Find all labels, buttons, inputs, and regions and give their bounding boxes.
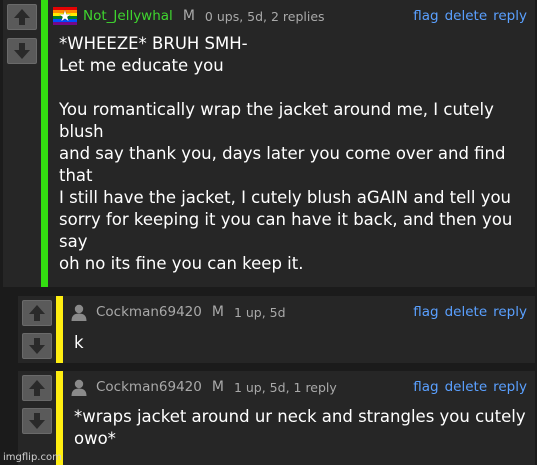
mod-badge: M	[211, 379, 224, 395]
arrow-down-icon	[29, 413, 45, 429]
comment-meta: 0 ups, 5d, 2 replies	[204, 8, 325, 24]
comment-text: k	[74, 333, 84, 352]
comment-username[interactable]: Cockman69420	[96, 379, 202, 395]
imgflip-watermark: imgflip.com	[3, 452, 62, 463]
arrow-up-icon	[29, 380, 45, 396]
comment-actions: flag delete reply	[413, 379, 527, 395]
upvote-button[interactable]	[22, 300, 52, 326]
comment-meta: 1 up, 5d, 1 reply	[233, 379, 337, 395]
comment: Cockman69420 M 1 up, 5d flag delete repl…	[18, 296, 535, 363]
star-icon: ★	[58, 7, 72, 25]
pride-flag-star-avatar[interactable]: ★	[53, 7, 77, 25]
downvote-button[interactable]	[22, 333, 52, 359]
downvote-button[interactable]	[7, 38, 37, 64]
reply-link[interactable]: reply	[493, 379, 527, 395]
arrow-down-icon	[14, 43, 30, 59]
flag-link[interactable]: flag	[413, 8, 438, 24]
arrow-down-icon	[29, 338, 45, 354]
comment-header: Cockman69420 M 1 up, 5d flag delete repl…	[68, 303, 527, 321]
flag-link[interactable]: flag	[413, 379, 438, 395]
comment: Cockman69420 M 1 up, 5d, 1 reply flag de…	[18, 371, 535, 465]
delete-link[interactable]: delete	[445, 304, 488, 320]
flag-link[interactable]: flag	[413, 304, 438, 320]
arrow-up-icon	[29, 305, 45, 321]
comment-meta: 1 up, 5d	[233, 304, 286, 320]
comment-actions: flag delete reply	[413, 8, 527, 24]
comment-text: *wraps jacket around ur neck and strangl…	[74, 407, 526, 448]
reply-link[interactable]: reply	[493, 304, 527, 320]
upvote-button[interactable]	[7, 4, 37, 30]
mod-badge: M	[211, 304, 224, 320]
downvote-button[interactable]	[22, 408, 52, 434]
comment-username[interactable]: Not_Jellywhal	[83, 8, 173, 24]
upvote-button[interactable]	[22, 375, 52, 401]
comment-header: Cockman69420 M 1 up, 5d, 1 reply flag de…	[68, 378, 527, 396]
comment-accent-bar	[56, 371, 63, 465]
comment-accent-bar	[56, 296, 63, 363]
comment: ★ Not_Jellywhal M 0 ups, 5d, 2 replies f…	[3, 0, 535, 339]
default-user-icon[interactable]	[68, 303, 90, 321]
comment-header: ★ Not_Jellywhal M 0 ups, 5d, 2 replies f…	[53, 7, 527, 25]
delete-link[interactable]: delete	[445, 379, 488, 395]
default-user-icon[interactable]	[68, 378, 90, 396]
comment-actions: flag delete reply	[413, 304, 527, 320]
mod-badge: M	[182, 8, 195, 24]
arrow-up-icon	[14, 9, 30, 25]
comment-accent-bar	[41, 0, 48, 287]
delete-link[interactable]: delete	[445, 8, 488, 24]
comment-text: *WHEEZE* BRUH SMH- Let me educate you Yo…	[59, 34, 513, 339]
reply-link[interactable]: reply	[493, 8, 527, 24]
comment-username[interactable]: Cockman69420	[96, 304, 202, 320]
